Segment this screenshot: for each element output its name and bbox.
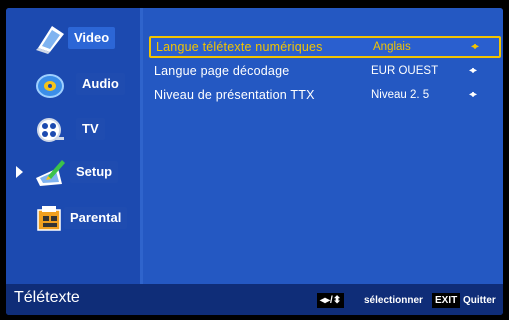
setting-row-ttx-presentation-level[interactable]: Niveau de présentation TTX Niveau 2. 5 ◂… [149,84,501,106]
setting-name: Niveau de présentation TTX [154,88,315,102]
nav-keys-hint-icon: ◂▸/⬍ [317,293,345,308]
page-title: Télétexte [14,289,80,306]
sidebar-item-video[interactable]: Video [6,20,140,58]
sidebar-item-label: TV [76,118,105,140]
selection-pointer-icon [16,166,23,178]
left-right-arrows-icon[interactable]: ◂▸ [469,84,477,106]
setting-value: EUR OUEST [371,65,439,77]
sidebar-item-label: Setup [70,161,119,183]
sidebar-item-label: Parental [64,207,128,229]
left-right-arrows-icon[interactable]: ◂▸ [471,38,479,56]
sidebar-item-label: Audio [76,73,125,95]
bottom-bar: Télétexte ◂▸/⬍ sélectionner EXIT Quitter [6,284,503,315]
setting-value: Niveau 2. 5 [371,89,430,101]
sidebar: Video Audio TV Setup Parental [6,8,140,284]
settings-panel: Langue télétexte numériques Anglais ◂▸ L… [143,8,503,284]
setup-icon [34,158,66,188]
setting-row-teletext-language[interactable]: Langue télétexte numériques Anglais ◂▸ [149,36,501,58]
tv-icon [34,115,66,145]
sidebar-item-label: Video [68,27,116,49]
setting-name: Langue télétexte numériques [156,40,323,54]
exit-key[interactable]: EXIT [432,293,461,308]
sidebar-item-setup[interactable]: Setup [6,154,140,192]
setting-name: Langue page décodage [154,64,290,78]
osd-menu: Video Audio TV Setup Parental Langue tél… [6,8,503,315]
setting-value: Anglais [373,41,411,53]
audio-icon [34,70,66,100]
setting-row-decoding-page-language[interactable]: Langue page décodage EUR OUEST ◂▸ [149,60,501,82]
sidebar-item-parental[interactable]: Parental [6,200,140,238]
quit-hint-label: Quitter [463,295,496,306]
left-right-arrows-icon[interactable]: ◂▸ [469,60,477,82]
select-hint-label: sélectionner [364,295,423,306]
video-icon [34,24,66,54]
sidebar-item-audio[interactable]: Audio [6,66,140,104]
parental-icon [34,204,66,234]
sidebar-item-tv[interactable]: TV [6,111,140,149]
